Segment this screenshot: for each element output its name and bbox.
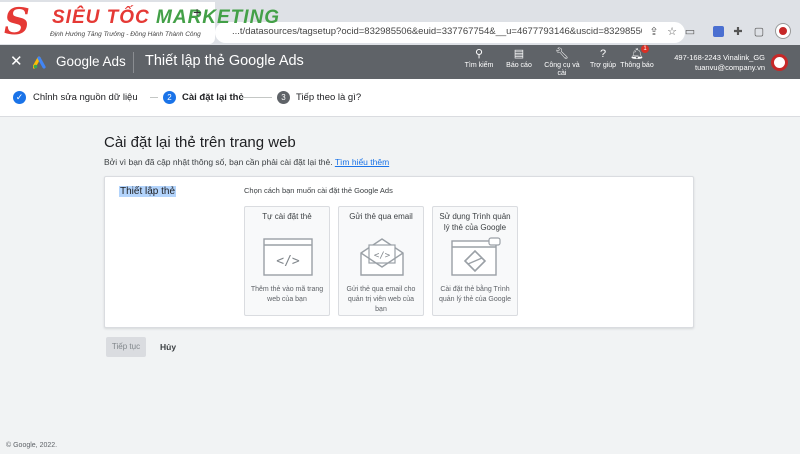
reports-tool-button[interactable]: ▤ Báo cáo bbox=[500, 48, 538, 70]
avatar[interactable] bbox=[771, 54, 788, 71]
option-description: Cài đặt thẻ bằng Trình quản lý thẻ của G… bbox=[439, 286, 511, 303]
bell-icon: 🔔︎ bbox=[630, 48, 644, 60]
tag-manager-icon bbox=[451, 237, 501, 276]
tools-settings-label: Công cụ và cài bbox=[544, 62, 580, 77]
step-3-label: Tiếp theo là gì? bbox=[296, 92, 362, 103]
footer-copyright: © Google, 2022. bbox=[6, 442, 58, 449]
subtitle-text: Bởi vì bạn đã cập nhật thông số, bạn cần… bbox=[104, 157, 333, 167]
option-title: Gửi thẻ qua email bbox=[349, 212, 413, 221]
page-title: Thiết lập thẻ Google Ads bbox=[145, 53, 304, 69]
product-name[interactable]: Google Ads bbox=[56, 54, 126, 69]
search-icon: ⚲ bbox=[474, 48, 484, 60]
step-connector bbox=[240, 97, 272, 98]
star-icon[interactable]: ☆ bbox=[665, 25, 679, 38]
continue-button[interactable]: Tiếp tục bbox=[106, 337, 146, 357]
step-2-label: Cài đặt lại thẻ bbox=[182, 92, 244, 103]
step-3-number: 3 bbox=[277, 91, 290, 104]
logo-tagline: Định Hướng Tăng Trưởng - Đồng Hành Thành… bbox=[50, 31, 201, 38]
wrench-icon: 🔧︎ bbox=[555, 48, 569, 60]
header-divider bbox=[133, 52, 134, 73]
step-1-label: Chỉnh sửa nguồn dữ liệu bbox=[33, 92, 138, 103]
reports-icon: ▤ bbox=[513, 48, 525, 60]
ads-header: ✕ Google Ads Thiết lập thẻ Google Ads ⚲ … bbox=[0, 45, 800, 79]
search-tool-button[interactable]: ⚲ Tìm kiếm bbox=[460, 48, 498, 70]
google-ads-logo-icon bbox=[33, 56, 46, 69]
step-connector bbox=[150, 97, 158, 98]
svg-text:</>: </> bbox=[374, 251, 391, 261]
notifications-button[interactable]: 🔔︎ Thông báo bbox=[618, 48, 656, 77]
help-tool-button[interactable]: ? Trợ giúp bbox=[584, 48, 622, 70]
main-subtitle: Bởi vì bạn đã cập nhật thông số, bạn cần… bbox=[104, 157, 389, 167]
option-description: Gửi thẻ qua email cho quản trị viên web … bbox=[346, 286, 416, 313]
option-tag-manager[interactable]: Sử dụng Trình quản lý thẻ của Google Cài… bbox=[432, 206, 518, 316]
email-code-icon: </> bbox=[360, 238, 404, 276]
share-icon[interactable]: ⇪ bbox=[647, 25, 661, 38]
stepper: ✓ Chỉnh sửa nguồn dữ liệu 2 Cài đặt lại … bbox=[0, 79, 800, 117]
translate-extension-icon[interactable] bbox=[713, 26, 724, 37]
option-title: Sử dụng Trình quản lý thẻ của Google bbox=[439, 212, 511, 232]
option-install-yourself[interactable]: Tự cài đặt thẻ </> Thêm thẻ vào mã trang… bbox=[244, 206, 330, 316]
account-id: 497-168-2243 Vinalink_GG bbox=[674, 53, 765, 62]
watermark-logo: S SIÊU TỐC MARKETING Định Hướng Tăng Trư… bbox=[0, 1, 279, 44]
help-icon: ? bbox=[599, 48, 607, 60]
tag-setup-card: Thiết lập thẻ Chọn cách bạn muốn cài đặt… bbox=[104, 176, 694, 328]
logo-s-mark: S bbox=[4, 1, 30, 43]
option-title: Tự cài đặt thẻ bbox=[262, 212, 312, 221]
logo-brand-part1: SIÊU TỐC bbox=[52, 7, 157, 28]
choose-label: Chọn cách bạn muốn cài đặt thẻ Google Ad… bbox=[244, 186, 393, 195]
code-window-icon: </> bbox=[263, 238, 313, 276]
check-icon: ✓ bbox=[13, 91, 26, 104]
url-text[interactable]: ...t/datasources/tagsetup?ocid=832985506… bbox=[232, 26, 642, 37]
cancel-button[interactable]: Hủy bbox=[160, 337, 176, 357]
help-tool-label: Trợ giúp bbox=[589, 62, 617, 69]
logo-brand-part2: MARKETING bbox=[156, 7, 281, 28]
plus-icon[interactable]: + bbox=[193, 4, 201, 20]
account-email: tuanvu@company.vn bbox=[694, 63, 765, 72]
profile-avatar-icon[interactable] bbox=[776, 24, 790, 38]
search-tool-label: Tìm kiếm bbox=[464, 62, 494, 69]
tools-settings-button[interactable]: 🔧︎ Công cụ và cài bbox=[543, 48, 581, 78]
notifications-label: Thông báo bbox=[620, 62, 654, 69]
window-icon[interactable]: ▢ bbox=[752, 25, 766, 38]
svg-text:</>: </> bbox=[276, 254, 300, 269]
step-2-number: 2 bbox=[163, 91, 176, 104]
logo-brand: SIÊU TỐC MARKETING bbox=[52, 7, 280, 29]
notification-badge: 1 bbox=[641, 45, 649, 53]
section-label: Thiết lập thẻ bbox=[119, 186, 177, 197]
sidebar-icon[interactable]: ▭ bbox=[683, 25, 697, 38]
learn-more-link[interactable]: Tìm hiểu thêm bbox=[335, 157, 389, 167]
extensions-icon[interactable]: ✚ bbox=[731, 25, 745, 38]
close-icon[interactable]: ✕ bbox=[10, 52, 23, 70]
main-heading: Cài đặt lại thẻ trên trang web bbox=[104, 134, 296, 151]
option-description: Thêm thẻ vào mã trang web của bạn bbox=[250, 286, 324, 303]
reports-tool-label: Báo cáo bbox=[506, 62, 532, 69]
option-email-tag[interactable]: Gửi thẻ qua email </> Gửi thẻ qua email … bbox=[338, 206, 424, 316]
account-info[interactable]: 497-168-2243 Vinalink_GG tuanvu@company.… bbox=[665, 53, 765, 73]
